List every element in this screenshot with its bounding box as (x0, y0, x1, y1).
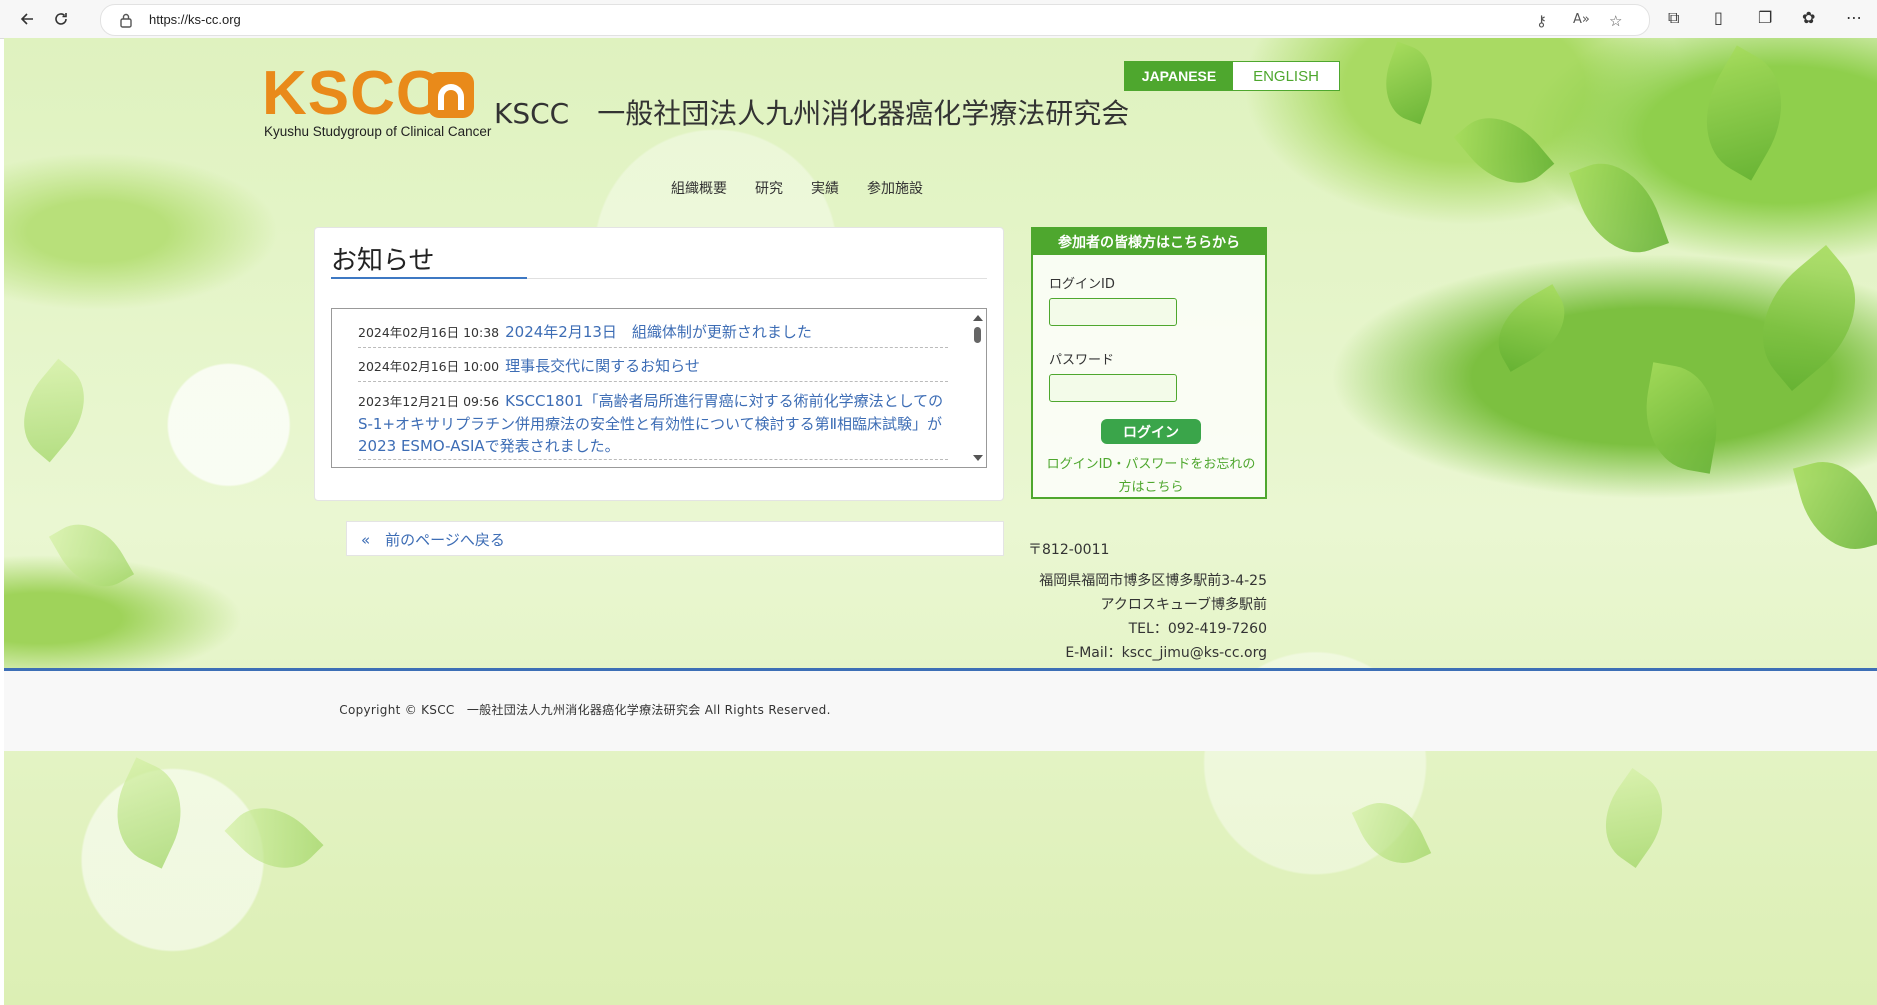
news-list[interactable]: 2024年02月16日 10:38 2024年2月13日 組織体制が更新されました… (331, 308, 987, 468)
leaf-decoration (1569, 149, 1669, 267)
login-id-label: ログインID (1049, 277, 1115, 292)
postal-code: 〒812-0011 (1028, 542, 1110, 558)
login-id-input[interactable] (1049, 298, 1177, 326)
leaf-decoration (4, 358, 105, 463)
extensions-icon[interactable]: ⧉ (1668, 8, 1679, 28)
more-menu-icon[interactable]: ⋯ (1846, 8, 1862, 27)
back-link-box[interactable]: « 前のページへ戻る (346, 521, 1004, 556)
news-date: 2024年02月16日 10:00 (358, 359, 500, 374)
copyright-text: Copyright © KSCC 一般社団法人九州消化器癌化学療法研究会 All… (339, 703, 831, 717)
lock-icon[interactable] (119, 12, 133, 28)
title-underline (331, 277, 527, 279)
news-panel: お知らせ 2024年02月16日 10:38 2024年2月13日 組織体制が更新… (314, 227, 1004, 501)
kscc-logo[interactable]: KSCC Kyushu Studygroup of Clinical Cance… (262, 59, 491, 144)
news-item[interactable]: 2024年02月16日 10:00 理事長交代に関するお知らせ (358, 355, 948, 382)
news-item[interactable]: 2023年12月21日 09:56 KSCC1801「高齢者局所進行胃癌に対する術… (358, 390, 948, 460)
split-screen-icon[interactable]: ▯ (1714, 8, 1723, 27)
browser-toolbar: https://ks-cc.org ⚷ A» ☆ ⧉ ▯ ❐ ✿ ⋯ (0, 0, 1877, 39)
favorite-star-icon[interactable]: ☆ (1609, 12, 1622, 30)
news-link[interactable]: 理事長交代に関するお知らせ (505, 357, 700, 375)
address-bar[interactable]: https://ks-cc.org ⚷ A» ☆ (100, 4, 1650, 36)
email-address[interactable]: E-Mail：kscc_jimu@ks-cc.org (1065, 642, 1267, 662)
news-item[interactable]: 2024年02月16日 10:38 2024年2月13日 組織体制が更新されました (358, 321, 948, 348)
login-panel: 参加者の皆様方はこちらから ログインID パスワード ログイン ログインID・パ… (1031, 227, 1267, 499)
site-title: KSCC 一般社団法人九州消化器癌化学療法研究会 (494, 97, 1130, 130)
scroll-up-arrow-icon[interactable] (973, 315, 983, 321)
language-switcher: JAPANESE ENGLISH (1124, 61, 1340, 91)
global-nav: 組織概要 研究 実績 参加施設 (671, 178, 923, 198)
leaf-decoration (1681, 45, 1807, 181)
read-aloud-icon[interactable]: A» (1573, 12, 1590, 27)
forgot-credentials-link[interactable]: ログインID・パスワードをお忘れの方はこちら (1041, 453, 1261, 499)
building-name: アクロスキューブ博多駅前 (1100, 597, 1267, 613)
password-input[interactable] (1049, 374, 1177, 402)
leaf-decoration (1586, 768, 1682, 868)
back-link[interactable]: « 前のページへ戻る (361, 529, 505, 550)
address-line: 福岡県福岡市博多区博多駅前3-4-25 (1039, 573, 1267, 589)
phone-number: TEL：092-419-7260 (1128, 621, 1267, 637)
scroll-thumb[interactable] (974, 327, 981, 343)
login-heading: 参加者の皆様方はこちらから (1033, 229, 1265, 255)
collections-icon[interactable]: ❐ (1758, 8, 1772, 27)
footer: Copyright © KSCC 一般社団法人九州消化器癌化学療法研究会 All… (4, 668, 1877, 751)
key-icon[interactable]: ⚷ (1536, 12, 1547, 30)
page-background: KSCC Kyushu Studygroup of Clinical Cance… (4, 38, 1877, 1005)
leaf-decoration (48, 509, 135, 602)
logo-text: KSCC (262, 59, 442, 128)
news-link[interactable]: 2024年2月13日 組織体制が更新されました (505, 323, 812, 341)
leaf-decoration (1734, 244, 1877, 392)
leaf-decoration (98, 757, 200, 869)
lang-japanese-button[interactable]: JAPANESE (1125, 62, 1233, 90)
leaf-decoration (1373, 41, 1445, 125)
nav-item-about[interactable]: 組織概要 (671, 178, 727, 198)
login-button[interactable]: ログイン (1101, 419, 1201, 444)
logo-subtext: Kyushu Studygroup of Clinical Cancer (264, 124, 492, 139)
scroll-down-arrow-icon[interactable] (973, 455, 983, 461)
address-url[interactable]: https://ks-cc.org (149, 12, 241, 27)
reload-icon[interactable] (48, 6, 74, 32)
news-date: 2023年12月21日 09:56 (358, 394, 500, 409)
back-arrow-icon[interactable] (14, 6, 40, 32)
news-scrollbar[interactable] (970, 309, 986, 467)
nav-item-achievements[interactable]: 実績 (811, 178, 839, 198)
nav-item-facilities[interactable]: 参加施設 (867, 178, 923, 198)
news-title: お知らせ (331, 246, 435, 276)
leaf-decoration (1453, 98, 1555, 203)
copilot-icon[interactable]: ✿ (1802, 8, 1815, 27)
leaf-decoration (1635, 362, 1728, 474)
lang-english-button[interactable]: ENGLISH (1233, 62, 1339, 90)
leaf-decoration (1483, 284, 1580, 372)
leaf-decoration (224, 788, 324, 888)
news-date: 2024年02月16日 10:38 (358, 325, 500, 340)
password-label: パスワード (1049, 353, 1115, 368)
leaf-decoration (1792, 450, 1877, 561)
leaf-decoration (1351, 789, 1432, 877)
nav-item-research[interactable]: 研究 (755, 178, 783, 198)
logo-mark-icon (428, 72, 474, 118)
